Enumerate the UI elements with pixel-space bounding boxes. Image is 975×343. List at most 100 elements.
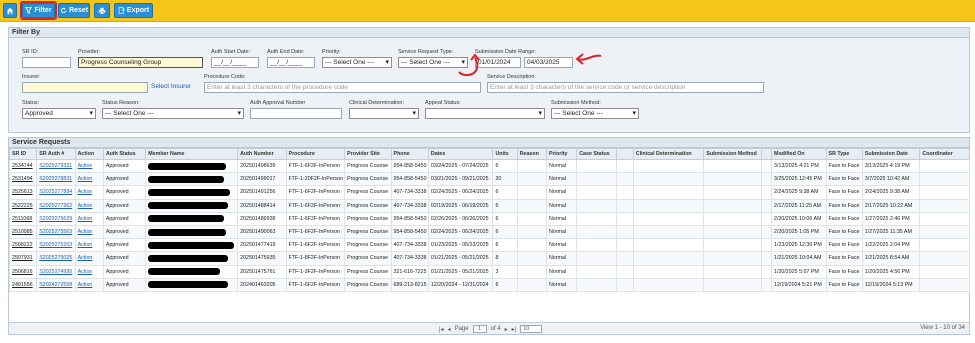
column-header[interactable]: SR ID [8,148,38,160]
action-link[interactable]: Action [74,198,104,213]
home-button[interactable] [3,3,17,18]
action-link[interactable]: Action [74,172,104,187]
table-row[interactable]: 2491556 S2024272558 Action Approved 20240146… [8,277,970,292]
column-header[interactable]: Member Name [145,148,239,160]
status-reason-select[interactable]: --- Select One --- [102,108,244,119]
column-header[interactable]: Clinical Determination [632,148,705,160]
submission-date-from[interactable]: 01/01/2024 [475,57,521,68]
first-page-icon[interactable]: |◂ [439,326,444,333]
page-input[interactable]: 1 [472,325,487,333]
column-header[interactable] [615,148,634,160]
column-header[interactable]: SR Type [825,148,863,160]
service-requests-table: SR ID SR Auth # Action Auth Status Member Na… [8,148,970,292]
provider-site-cell: Progress Counse [344,251,392,266]
column-header[interactable]: Coordinator [919,148,970,160]
procedure-cell: FTF-1-6F2F-InPerson [285,198,346,213]
submission-method-select[interactable]: --- Select One --- [551,108,639,119]
action-link[interactable]: Action [74,251,104,266]
sr-id-input[interactable] [22,57,71,68]
sr-auth-link[interactable]: S2025275203 [36,238,76,253]
action-link[interactable]: Action [74,277,104,292]
table-row[interactable]: 2508222 S2025275203 Action Approved 20250147… [8,238,970,253]
action-link[interactable]: Action [74,158,104,174]
auth-start-input[interactable]: __/__/____ [211,57,259,68]
appeal-status-select[interactable] [425,108,545,119]
provider-site-cell: Progress Counse [344,198,392,213]
case-status-cell [576,224,617,240]
clinical-determination-select[interactable] [349,108,419,119]
action-link[interactable]: Action [74,264,104,279]
column-header[interactable]: Units [492,148,518,160]
column-header[interactable]: Auth Number [237,148,287,160]
submission-date-to[interactable]: 04/03/2025 [524,57,573,68]
next-page-icon[interactable]: ▸ [505,326,508,333]
table-row[interactable]: 2531494 S2025278831 Action Approved 20250149… [8,172,970,187]
select-insurer-link[interactable]: Select Insurer [151,83,191,90]
sr-id-cell[interactable]: 2507931 [8,251,38,266]
column-header[interactable]: Case Status [576,148,617,160]
sr-auth-link[interactable]: S2025274995 [36,264,76,279]
action-link[interactable]: Action [74,185,104,200]
sr-auth-link[interactable]: S2025277884 [36,185,76,200]
status-select[interactable]: Approved [22,108,96,119]
table-row[interactable]: 2534744 S2025279331 Action Approved 20250149… [8,158,970,174]
export-button[interactable]: Export [114,3,153,18]
column-header[interactable]: Priority [545,148,578,160]
column-header[interactable]: SR Auth # [36,148,76,160]
table-row[interactable]: 2511068 S2025275629 Action Approved 20250148… [8,211,970,226]
per-page-select[interactable]: 10 [520,325,543,333]
redaction-bar [148,215,225,223]
provider-input[interactable]: Progress Counseling Group [78,57,203,68]
column-header[interactable]: Phone [390,148,429,160]
sr-id-cell[interactable]: 2531494 [8,172,38,187]
column-header[interactable]: Reason [516,148,547,160]
reason-cell [516,158,547,174]
action-link[interactable]: Action [74,238,104,253]
procedure-code-input[interactable]: Enter at least 3 characters of the proce… [204,82,481,93]
table-row[interactable]: 2522225 S2025277362 Action Approved 20250148… [8,198,970,213]
action-link[interactable]: Action [74,224,104,240]
priority-select[interactable]: --- Select One --- [322,57,392,68]
sr-auth-link[interactable]: S2024272558 [36,277,76,292]
table-row[interactable]: 2525613 S2025277884 Action Approved 20250149… [8,185,970,200]
sr-auth-link[interactable]: S2025277362 [36,198,76,213]
column-header[interactable]: Procedure [285,148,346,160]
table-row[interactable]: 2510985 S2025275563 Action Approved 20250149… [8,224,970,240]
sr-id-cell[interactable]: 2522225 [8,198,38,213]
sr-auth-link[interactable]: S2025275025 [36,251,76,266]
auth-end-input[interactable]: __/__/____ [267,57,315,68]
column-header[interactable]: Auth Status [102,148,147,160]
print-button[interactable] [94,3,110,18]
phone-cell: 954-858-5450 [390,211,429,226]
column-header[interactable]: Submission Method [703,148,762,160]
action-link[interactable]: Action [74,211,104,226]
sr-auth-link[interactable]: S2025279331 [36,158,76,174]
sr-auth-link[interactable]: S2025278831 [36,172,76,187]
last-page-icon[interactable]: ▸| [512,326,517,333]
sr-auth-link[interactable]: S2025275563 [36,224,76,240]
column-header[interactable]: Action [74,148,104,160]
sr-id-cell[interactable]: 2534744 [8,158,38,174]
column-header[interactable]: Provider Site [344,148,392,160]
sr-auth-link[interactable]: S2025275629 [36,211,76,226]
column-header[interactable]: Modified On [771,148,827,160]
auth-approval-input[interactable] [250,108,342,119]
column-header[interactable]: Dates [427,148,494,160]
reset-button[interactable]: Reset [58,3,90,18]
sr-id-cell[interactable]: 2506816 [8,264,38,279]
phone-cell: 407-734-3338 [390,238,429,253]
table-row[interactable]: 2506816 S2025274995 Action Approved 20250147… [8,264,970,279]
table-row[interactable]: 2507931 S2025275025 Action Approved 20250147… [8,251,970,266]
sr-id-cell[interactable]: 2508222 [8,238,38,253]
insurer-input[interactable] [22,82,148,93]
sr-id-cell[interactable]: 2510985 [8,224,38,240]
sr-id-cell[interactable]: 2511068 [8,211,38,226]
service-description-input[interactable]: Enter at least 3 characters of the servi… [487,82,764,93]
column-header[interactable] [760,148,773,160]
sr-id-cell[interactable]: 2491556 [8,277,38,292]
redaction-bar [148,268,221,276]
sr-type-select[interactable]: --- Select One --- [398,57,468,68]
prev-page-icon[interactable]: ◂ [448,326,451,333]
column-header[interactable]: Submission Date [861,148,921,160]
sr-id-cell[interactable]: 2525613 [8,185,38,200]
